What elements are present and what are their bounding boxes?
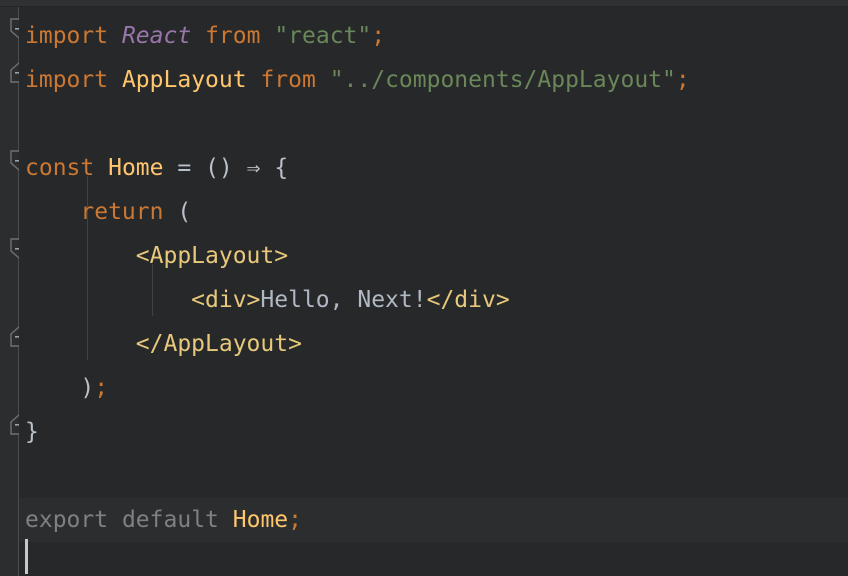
code-token: Home <box>108 155 164 181</box>
code-line[interactable] <box>19 102 25 146</box>
code-line[interactable] <box>19 454 25 498</box>
code-token: AppLayout <box>121 67 247 93</box>
code-token: ; <box>288 507 302 533</box>
code-token: ( <box>177 199 192 225</box>
code-token: { <box>274 155 289 181</box>
code-token: React <box>121 23 192 49</box>
code-token: from <box>205 23 261 49</box>
code-token: <div> <box>191 287 261 313</box>
code-token: = <box>177 155 192 181</box>
code-token: default <box>121 507 219 533</box>
code-token: Home <box>232 507 289 533</box>
editor-gutter[interactable] <box>0 7 19 576</box>
code-line[interactable]: <AppLayout> <box>19 234 288 278</box>
code-token: import <box>25 67 109 93</box>
text-caret <box>25 539 28 574</box>
code-token: <AppLayout> <box>135 243 289 269</box>
code-line[interactable]: export default Home; <box>19 498 302 542</box>
code-token: ; <box>94 375 109 401</box>
code-token: from <box>260 67 316 93</box>
code-token: import <box>25 23 109 49</box>
code-token: "react" <box>274 23 372 49</box>
code-token: ) <box>80 375 95 401</box>
code-line[interactable]: } <box>19 410 39 454</box>
code-line[interactable]: ); <box>19 366 108 410</box>
code-line[interactable]: return ( <box>19 190 191 234</box>
code-token: Hello, Next! <box>260 287 427 313</box>
code-token: ; <box>371 23 386 49</box>
code-line[interactable]: import AppLayout from "../components/App… <box>19 58 690 102</box>
editor-text-surface[interactable]: import React from "react"; import AppLayo… <box>19 7 848 576</box>
code-token: } <box>25 419 39 445</box>
code-line[interactable]: const Home = () ⇒ { <box>19 146 288 190</box>
code-line[interactable]: import React from "react"; <box>19 14 385 58</box>
code-editor-window: import React from "react"; import AppLayo… <box>0 0 848 576</box>
code-token: const <box>25 155 95 181</box>
code-token: ⇒ <box>246 155 261 181</box>
code-line[interactable]: </AppLayout> <box>19 322 302 366</box>
code-token: </div> <box>426 287 510 313</box>
code-token: ; <box>675 67 690 93</box>
code-line[interactable]: <div>Hello, Next!</div> <box>19 278 510 322</box>
code-token: () <box>205 155 233 181</box>
code-token: return <box>80 199 164 225</box>
code-token: "../components/AppLayout" <box>329 67 676 93</box>
code-token: </AppLayout> <box>135 331 302 357</box>
code-token: export <box>25 507 109 533</box>
